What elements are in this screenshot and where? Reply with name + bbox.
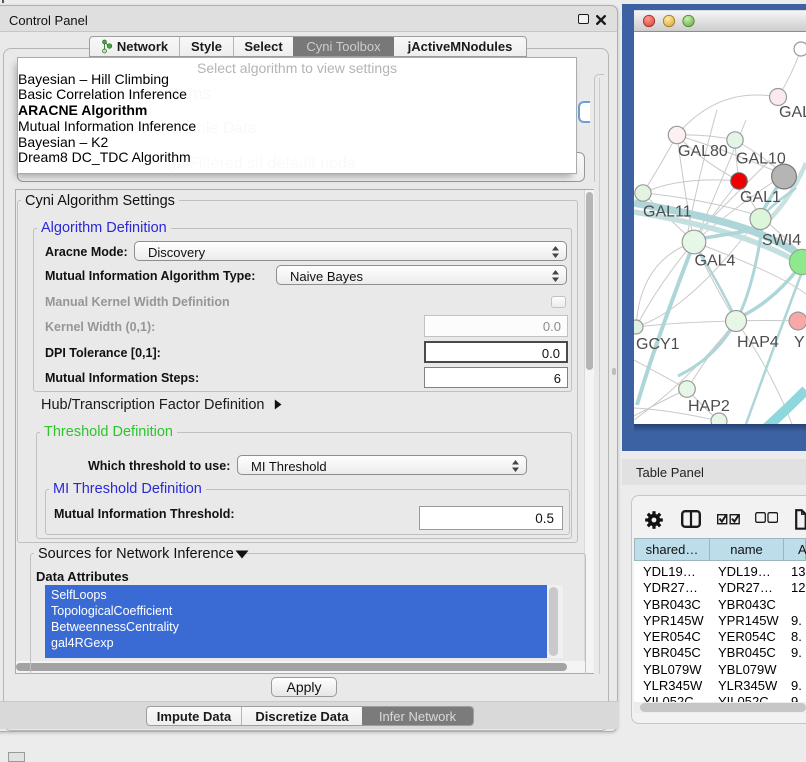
svg-text:GAL: GAL (779, 104, 806, 121)
svg-text:GCY1: GCY1 (636, 336, 680, 353)
svg-text:HAP2: HAP2 (688, 398, 730, 415)
svg-text:SWI4: SWI4 (762, 232, 801, 249)
svg-text:GAL80: GAL80 (678, 143, 728, 160)
svg-text:GAL11: GAL11 (643, 204, 692, 221)
svg-text:GAL10: GAL10 (736, 151, 786, 168)
svg-text:Y: Y (794, 334, 805, 351)
svg-text:HAP4: HAP4 (737, 334, 779, 351)
svg-text:GAL1: GAL1 (740, 189, 781, 206)
svg-text:GAL4: GAL4 (695, 253, 736, 270)
